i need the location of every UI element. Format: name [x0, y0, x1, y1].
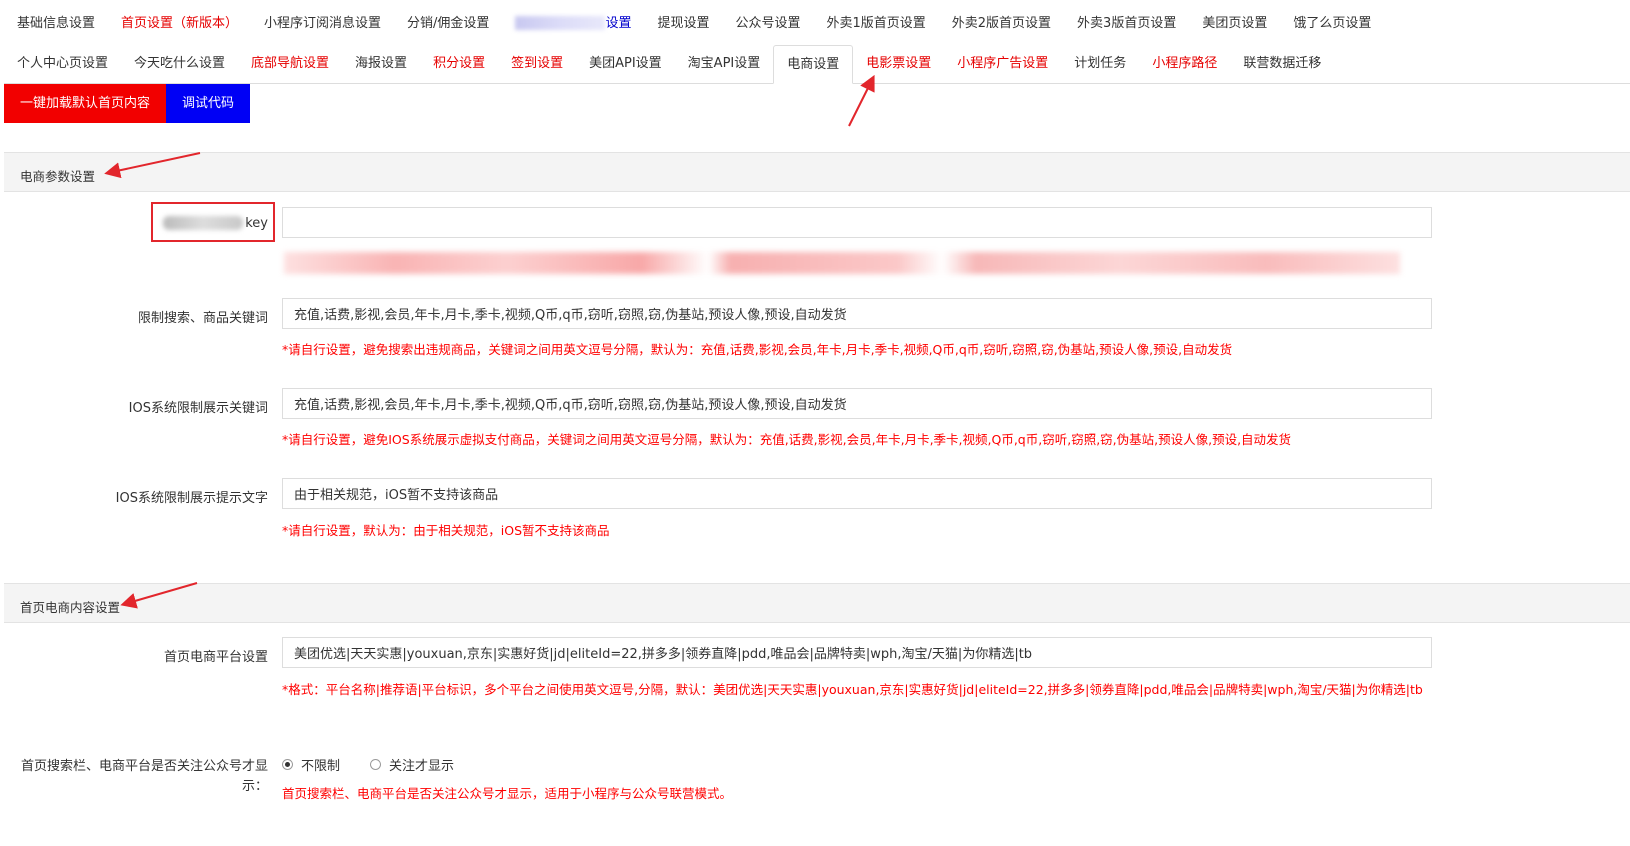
ios-tip-input[interactable] [282, 478, 1432, 509]
tab-row1-1[interactable]: 首页设置（新版本） [108, 5, 251, 43]
tab-row2-4[interactable]: 积分设置 [420, 45, 498, 83]
key-label: key [245, 216, 268, 231]
tab-row1-4[interactable]: 设置 [502, 5, 644, 43]
platform-hint: *格式：平台名称|推荐语|平台标识，多个平台之间使用英文逗号,分隔，默认：美团优… [282, 682, 1423, 697]
settings-tabs-row-1: 基础信息设置 首页设置（新版本） 小程序订阅消息设置 分销/佣金设置 设置 提现设置 公众号… [4, 4, 1630, 43]
follow-label-line2: 示： [241, 779, 268, 794]
section-title: 电商参数设置 [20, 169, 96, 184]
tab-label: 海报设置 [355, 55, 408, 71]
tab-row2-12[interactable]: 小程序路径 [1139, 45, 1230, 83]
redacted-tab-text [515, 16, 606, 30]
tab-label: 积分设置 [433, 55, 486, 71]
redacted-hint [284, 252, 1400, 274]
tab-row2-5[interactable]: 签到设置 [498, 45, 576, 83]
tab-row1-5[interactable]: 提现设置 [644, 5, 722, 43]
redacted-label [163, 216, 243, 230]
tab-label: 分销/佣金设置 [407, 15, 490, 31]
tab-row2-8[interactable]: 电商设置 [773, 44, 854, 84]
tab-label: 电影票设置 [866, 55, 932, 71]
tab-label: 今天吃什么设置 [134, 55, 226, 71]
platform-settings-input[interactable] [282, 637, 1432, 668]
tab-label: 外卖2版首页设置 [951, 15, 1052, 31]
tab-row1-8[interactable]: 外卖2版首页设置 [939, 5, 1064, 43]
tab-label: 外卖1版首页设置 [826, 15, 926, 31]
tab-label: 外卖3版首页设置 [1077, 15, 1177, 31]
ecommerce-params-header: 电商参数设置 [4, 152, 1630, 192]
section-title: 首页电商内容设置 [20, 600, 121, 615]
follow-label-line1: 首页搜索栏、电商平台是否关注公众号才显 [20, 759, 268, 774]
follow-hint: 首页搜索栏、电商平台是否关注公众号才显示，适用于小程序与公众号联营模式。 [282, 786, 733, 801]
tab-label: 美团API设置 [589, 55, 662, 71]
radio-unchecked-icon [370, 759, 381, 770]
tab-label: 设置 [605, 15, 632, 31]
tab-label: 提现设置 [657, 15, 710, 31]
ios-keywords-input[interactable] [282, 388, 1432, 419]
keywords-hint: *请自行设置，避免搜索出违规商品，关键词之间用英文逗号分隔，默认为：充值,话费,… [282, 342, 1233, 357]
ios-keywords-hint: *请自行设置，避免IOS系统展示虚拟支付商品，关键词之间用英文逗号分隔，默认为：… [282, 432, 1292, 447]
radio-follow-to-show[interactable]: 关注才显示 [370, 755, 454, 774]
tab-row1-3[interactable]: 分销/佣金设置 [394, 5, 502, 43]
restricted-keywords-input[interactable] [282, 298, 1432, 329]
platform-label: 首页电商平台设置 [163, 650, 268, 665]
ios-tip-hint: *请自行设置，默认为：由于相关规范，iOS暂不支持该商品 [282, 523, 610, 538]
radio-label: 不限制 [301, 759, 341, 774]
tab-row2-9[interactable]: 电影票设置 [853, 45, 944, 83]
homepage-ecommerce-header: 首页电商内容设置 [4, 583, 1630, 623]
load-default-homepage-button[interactable]: 一键加载默认首页内容 [4, 84, 167, 123]
tab-label: 电商设置 [787, 56, 840, 72]
tab-row2-2[interactable]: 底部导航设置 [238, 45, 342, 83]
ios-tip-label: IOS系统限制展示提示文字 [115, 491, 268, 506]
tab-row2-11[interactable]: 计划任务 [1061, 45, 1139, 83]
tab-row2-10[interactable]: 小程序广告设置 [944, 45, 1061, 83]
key-input[interactable] [282, 207, 1432, 238]
annotation-arrows [104, 74, 875, 609]
tab-label: 个人中心页设置 [17, 55, 109, 71]
radio-checked-icon [282, 759, 293, 770]
tab-label: 签到设置 [511, 55, 564, 71]
tab-label: 小程序路径 [1152, 55, 1218, 71]
tab-row2-13[interactable]: 联营数据迁移 [1230, 45, 1334, 83]
tab-label: 饿了么页设置 [1293, 15, 1372, 31]
tab-label: 首页设置（新版本） [121, 15, 239, 31]
tab-row1-10[interactable]: 美团页设置 [1189, 5, 1280, 43]
tab-row1-0[interactable]: 基础信息设置 [4, 5, 108, 43]
tab-label: 基础信息设置 [17, 15, 96, 31]
debug-code-button[interactable]: 调试代码 [166, 84, 251, 123]
tab-label: 小程序订阅消息设置 [264, 15, 382, 31]
tab-label: 联营数据迁移 [1243, 55, 1322, 71]
tab-row2-0[interactable]: 个人中心页设置 [4, 45, 121, 83]
tab-row2-3[interactable]: 海报设置 [342, 45, 420, 83]
keywords-label: 限制搜索、商品关键词 [137, 311, 268, 326]
radio-no-limit[interactable]: 不限制 [282, 755, 340, 774]
tab-row1-11[interactable]: 饿了么页设置 [1280, 5, 1384, 43]
action-buttons: 一键加载默认首页内容 调试代码 [4, 84, 251, 123]
tab-row2-6[interactable]: 美团API设置 [576, 45, 675, 83]
tab-row2-7[interactable]: 淘宝API设置 [675, 45, 774, 83]
ios-keywords-label: IOS系统限制展示关键词 [128, 401, 268, 416]
tab-label: 计划任务 [1074, 55, 1127, 71]
tab-label: 小程序广告设置 [957, 55, 1049, 71]
radio-label: 关注才显示 [389, 759, 455, 774]
tab-row2-1[interactable]: 今天吃什么设置 [121, 45, 238, 83]
tab-label: 美团页设置 [1202, 15, 1268, 31]
settings-tabs-row-2: 个人中心页设置 今天吃什么设置 底部导航设置 海报设置 积分设置 签到设置 美团API设置 淘… [4, 44, 1630, 84]
tab-row1-2[interactable]: 小程序订阅消息设置 [251, 5, 394, 43]
tab-label: 淘宝API设置 [687, 55, 761, 71]
tab-label: 公众号设置 [735, 15, 801, 31]
tab-row1-6[interactable]: 公众号设置 [722, 5, 813, 43]
tab-row1-7[interactable]: 外卖1版首页设置 [813, 5, 938, 43]
tab-row1-9[interactable]: 外卖3版首页设置 [1064, 5, 1189, 43]
tab-label: 底部导航设置 [251, 55, 330, 71]
